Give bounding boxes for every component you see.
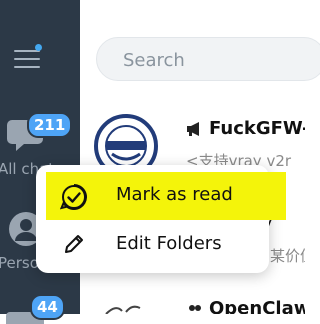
chat-avatar [105,305,141,314]
pencil-icon [65,235,83,253]
chat-title: FuckGFW-N [209,118,305,139]
unread-count-badge: 44 [30,294,65,320]
search-box[interactable] [96,37,320,81]
edit-folders-menu-item[interactable]: Edit Folders [36,221,269,267]
context-menu: Mark as read Edit Folders [36,165,286,273]
unread-count-badge: 211 [27,112,73,138]
group-icon [189,305,201,311]
megaphone-icon [187,122,199,136]
chat-title: OpenClaw [209,298,305,314]
search-input[interactable] [121,47,315,73]
chat-row[interactable]: OpenClaw [80,290,305,314]
folder-third[interactable]: 44 [0,294,80,324]
menu-item-label: Mark as read [116,184,233,205]
menu-item-label: Edit Folders [116,233,222,254]
chat-preview: 某价值 [270,247,305,265]
notification-dot [35,44,42,51]
check-circle-icon [60,184,87,210]
mark-as-read-menu-item[interactable]: Mark as read [36,172,286,220]
